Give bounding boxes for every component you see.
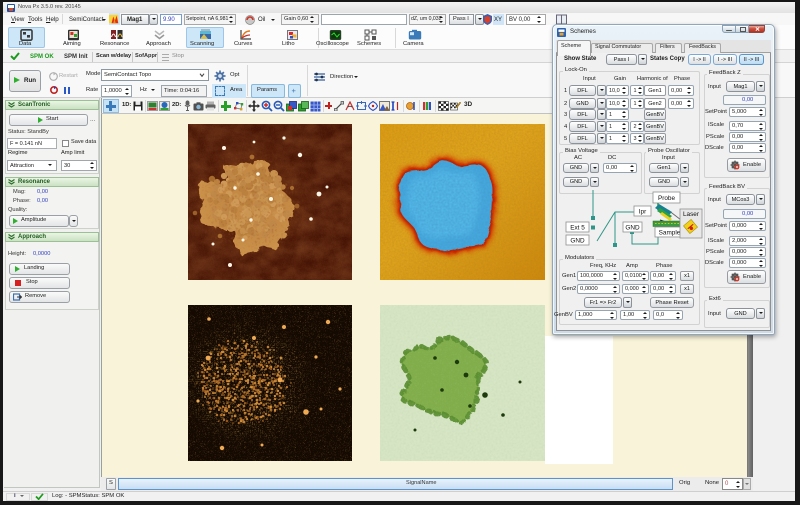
svg-text:Laser: Laser	[683, 211, 700, 218]
svg-text:Sample: Sample	[659, 230, 681, 237]
svg-text:GND: GND	[625, 225, 640, 232]
svg-text:Ipr: Ipr	[639, 209, 647, 216]
svg-text:Ext 5: Ext 5	[570, 225, 585, 232]
svg-text:GND: GND	[570, 238, 585, 245]
svg-text:Probe: Probe	[658, 195, 675, 202]
